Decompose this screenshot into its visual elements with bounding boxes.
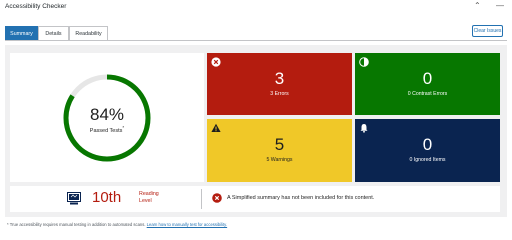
footnote-marker: * (122, 125, 125, 130)
errors-count: 3 (274, 69, 285, 88)
panel-header: Accessibility Checker ⌃ — (0, 0, 512, 14)
minus-icon[interactable]: — (496, 1, 504, 11)
tab-summary[interactable]: Summary (5, 26, 38, 41)
clear-issues-button[interactable]: Clear Issues (472, 25, 503, 37)
warnings-tile[interactable]: 5 5 Warnings (207, 119, 352, 182)
tabs-divider (5, 40, 507, 41)
passed-percent: 84% (89, 105, 125, 124)
passed-label: Passed Tests* (62, 125, 152, 134)
bell-icon (360, 124, 368, 133)
accessibility-checker-panel: Accessibility Checker ⌃ — Summary Detail… (0, 0, 512, 235)
x-circle-icon (211, 57, 221, 67)
passed-label-text: Passed Tests (89, 127, 123, 134)
chevron-up-icon[interactable]: ⌃ (474, 1, 481, 11)
tab-details[interactable]: Details (38, 26, 69, 41)
contrast-icon (359, 57, 369, 67)
readability-icon (67, 192, 81, 205)
ignored-items-label: 0 Ignored Items (409, 157, 446, 163)
warnings-label: 5 Warnings (266, 157, 293, 163)
ignored-items-count: 0 (422, 135, 433, 154)
footnote-text: * True accessibility requires manual tes… (7, 222, 146, 227)
errors-tile[interactable]: 3 3 Errors (207, 53, 352, 115)
simplified-summary-message: A Simplified summary has not been includ… (227, 195, 375, 201)
ignored-items-tile[interactable]: 0 0 Ignored Items (355, 119, 500, 182)
warning-icon (211, 123, 221, 132)
reading-level-label: Reading Level (139, 191, 159, 204)
panel-title: Accessibility Checker (5, 3, 67, 10)
manual-test-link[interactable]: Learn how to manually test for accessibi… (147, 222, 227, 227)
errors-label: 3 Errors (270, 91, 289, 97)
contrast-errors-label: 0 Contrast Errors (407, 91, 448, 97)
warnings-count: 5 (274, 135, 285, 154)
footnote: * True accessibility requires manual tes… (7, 222, 227, 227)
reading-grade: 10th (92, 189, 122, 206)
tab-readability[interactable]: Readability (69, 26, 108, 41)
contrast-errors-tile[interactable]: 0 0 Contrast Errors (355, 53, 500, 115)
vertical-divider (201, 189, 202, 209)
contrast-errors-count: 0 (422, 69, 433, 88)
error-circle-icon (212, 193, 222, 203)
passed-tests-card: 84% Passed Tests* (10, 53, 204, 182)
